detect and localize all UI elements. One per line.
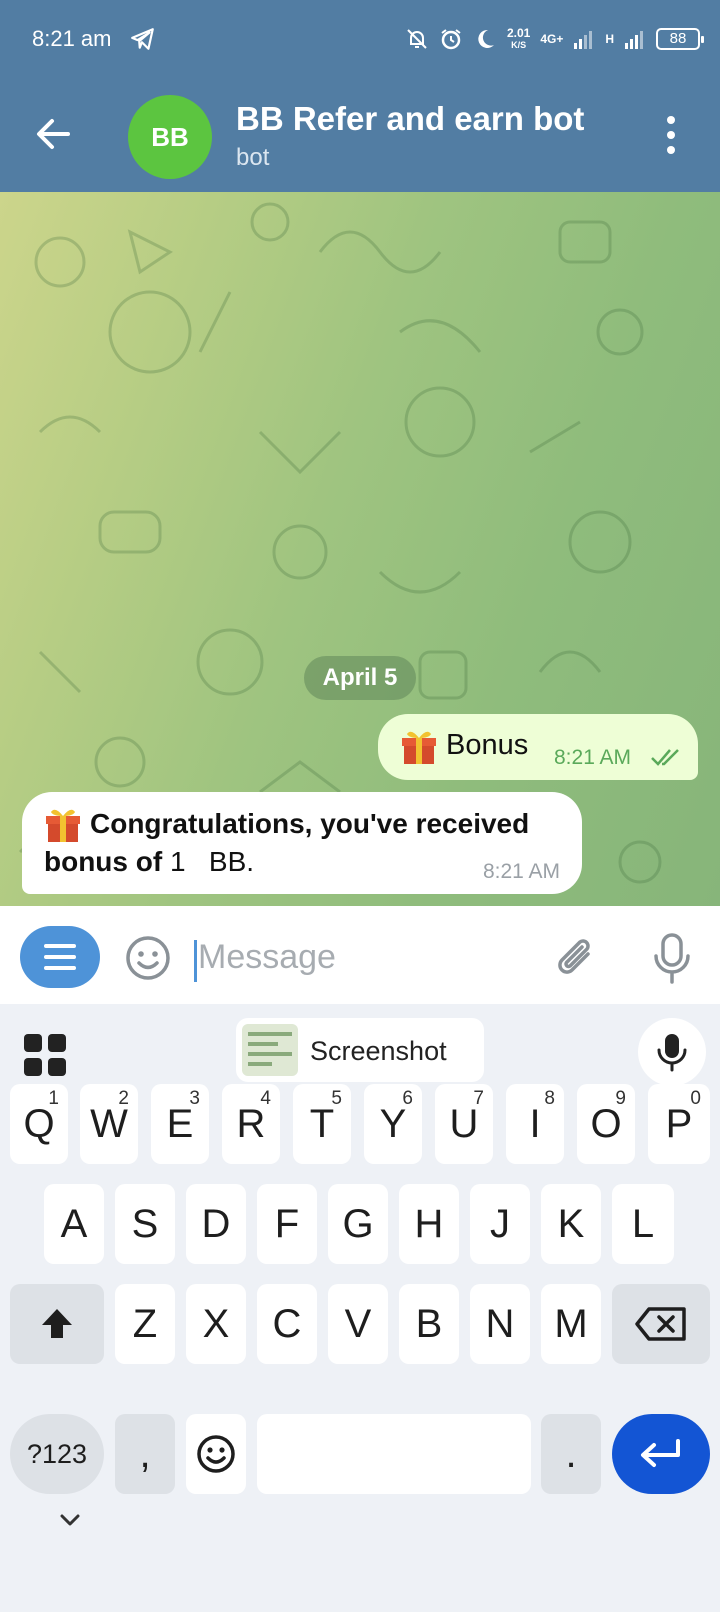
key-s[interactable]: S	[115, 1184, 175, 1264]
incoming-message-time: 8:21 AM	[482, 860, 560, 883]
signal-strength-icon-1	[574, 31, 593, 49]
text-cursor	[194, 940, 197, 982]
notifications-muted-icon	[407, 29, 427, 49]
status-icons: 2.01 K/S 4G+ H 88	[405, 22, 704, 56]
screenshot-thumbnail	[242, 1024, 298, 1076]
key-w[interactable]: W2	[80, 1084, 138, 1164]
bot-menu-button[interactable]	[20, 926, 100, 988]
voice-message-mic-icon[interactable]	[650, 932, 694, 986]
keyboard-hide-chevron-down-icon[interactable]	[54, 1504, 86, 1536]
enter-return-icon	[641, 1439, 680, 1467]
attachment-paperclip-icon[interactable]	[554, 934, 600, 982]
key-r[interactable]: R4	[222, 1084, 280, 1164]
clipboard-suggestion-label: Screenshot	[310, 1036, 447, 1066]
key-v[interactable]: V	[328, 1284, 388, 1364]
battery-indicator: 88	[656, 28, 704, 50]
top-bar: 8:21 am 2.01 K/S 4G+ H 88 BB BB Refer an…	[0, 0, 720, 192]
network-type-4g: 4G+	[540, 32, 564, 46]
incoming-message-line-2: bonus of 1 BB.	[44, 846, 254, 878]
shift-key[interactable]	[10, 1284, 104, 1364]
key-i[interactable]: I8	[506, 1084, 564, 1164]
key-o[interactable]: O9	[577, 1084, 635, 1164]
date-separator: April 5	[304, 656, 416, 700]
incoming-message[interactable]: Congratulations, you've received bonus o…	[22, 792, 582, 894]
emoji-key[interactable]	[186, 1414, 246, 1494]
chat-area[interactable]: April 5 Bonus 8:21 AM Congratulations, y…	[0, 192, 720, 906]
key-c[interactable]: C	[257, 1284, 317, 1364]
on-screen-keyboard: Screenshot Q1 W2 E3 R4 T5 Y6 U7 I8 O9 P0…	[0, 1004, 720, 1612]
network-speed: 2.01 K/S	[507, 27, 530, 51]
enter-key[interactable]	[612, 1414, 710, 1494]
key-u[interactable]: U7	[435, 1084, 493, 1164]
key-k[interactable]: K	[541, 1184, 601, 1264]
network-speed-unit: K/S	[511, 40, 527, 50]
bot-avatar[interactable]: BB	[128, 95, 212, 179]
symbols-key[interactable]: ?123	[10, 1414, 104, 1494]
status-time: 8:21 am	[32, 26, 112, 51]
key-h[interactable]: H	[399, 1184, 459, 1264]
message-composer	[0, 906, 720, 1004]
keyboard-emoji-icon	[197, 1435, 235, 1473]
network-speed-value: 2.01	[506, 26, 531, 40]
status-bar: 8:21 am 2.01 K/S 4G+ H 88	[0, 0, 720, 80]
key-q[interactable]: Q1	[10, 1084, 68, 1164]
emoji-icon[interactable]	[124, 934, 172, 982]
telegram-notification-icon	[131, 28, 154, 50]
key-a[interactable]: A	[44, 1184, 104, 1264]
period-key[interactable]: .	[541, 1414, 601, 1494]
keyboard-apps-grid-icon[interactable]	[24, 1034, 66, 1076]
key-j[interactable]: J	[470, 1184, 530, 1264]
key-d[interactable]: D	[186, 1184, 246, 1264]
more-options-icon[interactable]	[656, 108, 686, 162]
alarm-icon	[441, 29, 461, 50]
chat-header: BB BB Refer and earn bot bot	[0, 80, 720, 192]
read-receipt-double-check-icon	[651, 749, 679, 766]
keyboard-voice-input-button[interactable]	[638, 1018, 706, 1086]
key-e[interactable]: E3	[151, 1084, 209, 1164]
key-p[interactable]: P0	[648, 1084, 710, 1164]
key-b[interactable]: B	[399, 1284, 459, 1364]
outgoing-message-text: Bonus	[446, 729, 529, 761]
key-l[interactable]: L	[612, 1184, 674, 1264]
key-z[interactable]: Z	[115, 1284, 175, 1364]
key-x[interactable]: X	[186, 1284, 246, 1364]
backspace-icon	[635, 1307, 686, 1341]
chat-subtitle: bot	[236, 144, 270, 171]
space-bar[interactable]	[257, 1414, 531, 1494]
key-t[interactable]: T5	[293, 1084, 351, 1164]
incoming-message-bold-text: bonus of	[44, 846, 163, 877]
key-g[interactable]: G	[328, 1184, 388, 1264]
network-type-h: H	[605, 32, 614, 46]
key-m[interactable]: M	[541, 1284, 601, 1364]
key-n[interactable]: N	[470, 1284, 530, 1364]
outgoing-message-time: 8:21 AM	[554, 746, 632, 769]
keyboard-mic-icon	[657, 1034, 687, 1072]
message-input[interactable]	[198, 932, 528, 982]
incoming-message-amount: 1 BB.	[162, 846, 255, 877]
key-y[interactable]: Y6	[364, 1084, 422, 1164]
backspace-key[interactable]	[612, 1284, 710, 1364]
gift-emoji-icon	[46, 809, 80, 842]
clipboard-suggestion-chip[interactable]: Screenshot	[236, 1018, 484, 1082]
chat-title[interactable]: BB Refer and earn bot	[236, 100, 584, 138]
gift-emoji-icon	[402, 731, 436, 764]
back-arrow-icon[interactable]	[32, 112, 76, 156]
comma-key[interactable]: ,	[115, 1414, 175, 1494]
incoming-message-line-1: Congratulations, you've received	[90, 808, 530, 839]
outgoing-message[interactable]: Bonus 8:21 AM	[378, 714, 698, 780]
key-f[interactable]: F	[257, 1184, 317, 1264]
shift-arrow-icon	[42, 1309, 72, 1338]
do-not-disturb-moon-icon	[478, 29, 494, 48]
signal-strength-icon-2	[625, 31, 643, 49]
